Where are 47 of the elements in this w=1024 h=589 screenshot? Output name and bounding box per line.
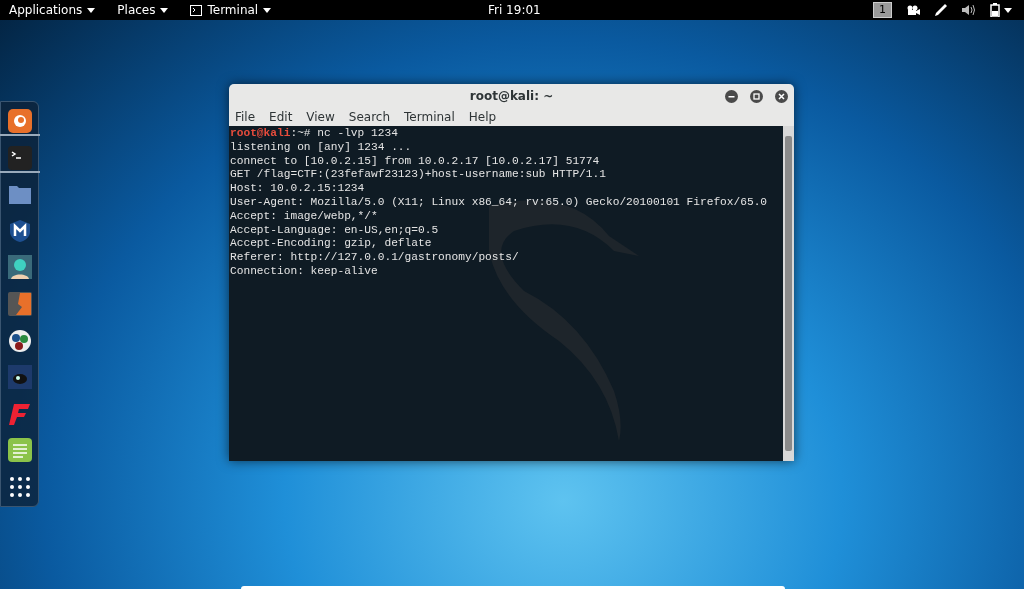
workspace-indicator[interactable]: 1 — [873, 2, 892, 18]
app-grid-icon[interactable] — [7, 474, 32, 499]
lightning-icon[interactable] — [7, 291, 32, 316]
terminal-icon — [190, 4, 203, 16]
terminal-line: root@kali:~# nc -lvp 1234 — [230, 127, 399, 141]
top-menu[interactable]: Places — [117, 1, 169, 19]
dock-item[interactable] — [0, 109, 40, 136]
volume-icon[interactable] — [962, 4, 976, 16]
menu-item[interactable]: Terminal — [404, 108, 455, 126]
top-menu[interactable]: Applications — [9, 1, 96, 19]
pen-icon[interactable] — [934, 3, 948, 17]
menu-item[interactable]: Search — [348, 108, 391, 126]
shield-icon[interactable] — [7, 218, 32, 243]
minimize-icon[interactable] — [725, 89, 738, 103]
notes-icon[interactable] — [7, 438, 32, 463]
caret-icon — [1004, 7, 1012, 13]
battery-icon[interactable] — [990, 3, 1001, 17]
scrollbar[interactable] — [783, 126, 794, 461]
terminal-line: Connection: keep-alive — [230, 264, 379, 279]
terminal-line: Accept-Encoding: gzip, deflate — [230, 237, 433, 252]
dock-item[interactable] — [0, 145, 40, 173]
letter-icon[interactable] — [7, 401, 32, 426]
terminal-line: listening on [any] 1234 ... — [230, 140, 413, 155]
caret-icon — [160, 7, 169, 13]
fox-icon[interactable] — [7, 109, 32, 133]
menu-item[interactable]: Help — [468, 108, 497, 126]
menu-item[interactable]: File — [235, 108, 256, 126]
caret-icon — [263, 7, 272, 13]
terminal-line: Accept-Language: en-US,en;q=0.5 — [230, 223, 440, 238]
clock[interactable]: Fri 19:01 — [488, 1, 541, 19]
terminal-icon[interactable] — [7, 145, 32, 170]
caret-icon — [87, 7, 96, 13]
terminal-line: User-Agent: Mozilla/5.0 (X11; Linux x86_64; rv:65.0) Gecko/20100101 Firefox/65.0 — [230, 196, 769, 210]
maximize-icon[interactable] — [750, 89, 763, 103]
close-icon[interactable] — [775, 89, 788, 103]
top-menu[interactable]: Terminal — [190, 1, 272, 19]
menu-item[interactable]: Edit — [269, 108, 293, 126]
terminal-line: GET /flag=CTF:(23fefawf23123)+host-username:sub HTTP/1.1 — [230, 168, 607, 183]
menu-item[interactable]: View — [306, 108, 335, 126]
terminal-line: Accept: image/webp,*/* — [230, 209, 379, 224]
window-title: root@kali: ~ — [469, 88, 554, 105]
terminal-line: Referer: http://127.0.0.1/gastronomy/posts/ — [230, 251, 520, 265]
avatar-icon[interactable] — [7, 255, 32, 280]
circles-icon[interactable] — [7, 328, 32, 353]
terminal-line: connect to [10.0.2.15] from 10.0.2.17 [10.0.2.17] 51774 — [230, 154, 601, 169]
camera-icon[interactable] — [906, 5, 920, 15]
terminal-line: Host: 10.0.2.15:1234 — [230, 182, 366, 196]
